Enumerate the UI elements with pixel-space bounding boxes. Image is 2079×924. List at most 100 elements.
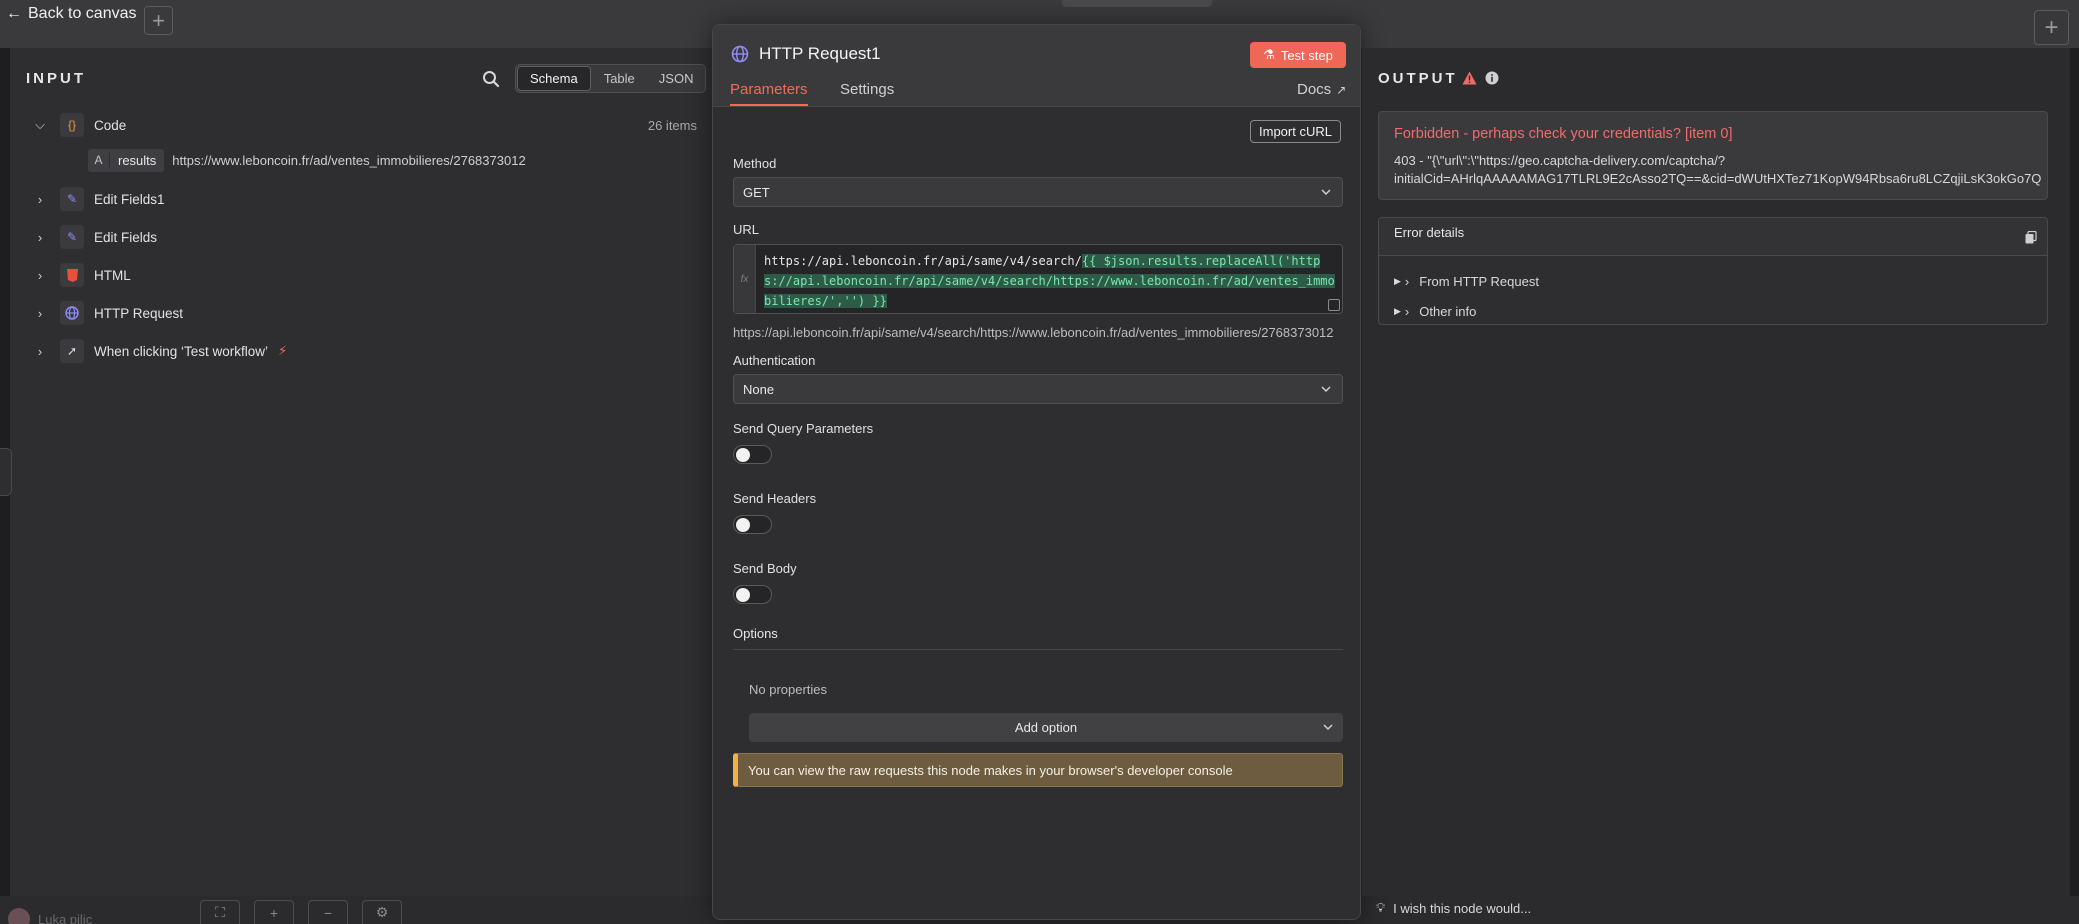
canvas-top-pill [1062, 0, 1212, 7]
avatar [8, 908, 30, 924]
flask-icon: ⚗ [1263, 47, 1275, 62]
feedback-label: I wish this node would... [1393, 900, 1532, 916]
item-count: 26 items [647, 117, 697, 133]
chevron-down-icon [1323, 724, 1333, 731]
view-json-button[interactable]: JSON [647, 65, 706, 92]
user-menu[interactable]: Luka pilic [8, 908, 92, 924]
input-node-label: Edit Fields [94, 229, 158, 245]
method-select[interactable]: GET [733, 177, 1343, 207]
output-heading: OUTPUT [1378, 70, 1458, 87]
input-view-toggle: Schema Table JSON [515, 64, 707, 93]
input-node-http-request[interactable]: › HTTP Request [32, 299, 697, 327]
input-node-html[interactable]: › HTML [32, 261, 697, 289]
input-node-label: When clicking ‘Test workflow’ [94, 343, 269, 359]
url-expression-text[interactable]: https://api.leboncoin.fr/api/same/v4/sea… [764, 251, 1338, 311]
feedback-link[interactable]: 💡︎ I wish this node would... [1376, 900, 1531, 916]
input-node-label: HTML [94, 267, 131, 283]
canvas-zoom-controls: ⛶ + − ⚙ [200, 900, 402, 924]
send-query-label: Send Query Parameters [733, 421, 874, 436]
input-node-edit-fields[interactable]: › ✎ Edit Fields [32, 223, 697, 251]
error-message-box: Forbidden - perhaps check your credentia… [1378, 111, 2048, 200]
detail-row-from-http-request[interactable]: ▶ › From HTTP Request [1394, 274, 1539, 289]
send-query-toggle[interactable] [733, 445, 772, 464]
detail-row-label: Other info [1419, 304, 1477, 319]
chevron-right-icon: › [1404, 304, 1410, 319]
docs-link[interactable]: Docs ↗ [1297, 81, 1346, 98]
triangle-right-icon: ▶ [1394, 276, 1401, 286]
zoom-out-button[interactable]: − [308, 900, 348, 924]
info-icon[interactable] [1485, 71, 1499, 85]
search-icon[interactable] [482, 70, 500, 88]
schema-field-chip[interactable]: A results [88, 148, 165, 172]
schema-field-value: https://www.leboncoin.fr/ad/ventes_immob… [172, 152, 526, 168]
add-option-button[interactable]: Add option [749, 713, 1343, 742]
external-link-icon: ↗ [1336, 82, 1347, 97]
error-title: Forbidden - perhaps check your credentia… [1394, 126, 1733, 142]
options-heading: Options [733, 626, 1343, 650]
pencil-icon: ✎ [60, 187, 84, 211]
chevron-down-icon [1321, 386, 1331, 393]
debug-bug-button[interactable]: ⚙ [362, 900, 402, 924]
url-resolved-preview: https://api.leboncoin.fr/api/same/v4/sea… [733, 325, 1334, 340]
copy-icon[interactable] [2025, 231, 2037, 244]
input-panel [10, 48, 713, 896]
tab-parameters[interactable]: Parameters [730, 81, 808, 106]
input-node-code[interactable]: ⌵ {} Code 26 items [32, 111, 697, 139]
chevron-down-icon [1321, 189, 1331, 196]
lightbulb-icon: 💡︎ [1376, 900, 1386, 915]
triangle-right-icon: ▶ [1394, 306, 1401, 316]
error-details-title: Error details [1394, 225, 1465, 240]
globe-icon [731, 45, 749, 63]
fit-view-button[interactable]: ⛶ [200, 900, 240, 924]
url-expression-input[interactable]: fx https://api.leboncoin.fr/api/same/v4/… [733, 244, 1343, 314]
expand-editor-icon[interactable] [1328, 299, 1340, 311]
chevron-right-icon[interactable]: › [32, 344, 48, 359]
input-node-manual-trigger[interactable]: › ➚ When clicking ‘Test workflow’ ⚡ [32, 337, 697, 365]
error-details-header: Error details [1379, 218, 2047, 256]
send-headers-toggle[interactable] [733, 515, 772, 534]
tab-settings[interactable]: Settings [840, 81, 894, 104]
globe-icon [60, 301, 84, 325]
parameters-panel: HTTP Request1 ⚗ Test step Parameters Set… [712, 24, 1361, 920]
authentication-value: None [743, 381, 775, 397]
import-curl-button[interactable]: Import cURL [1250, 120, 1341, 143]
detail-row-other-info[interactable]: ▶ › Other info [1394, 304, 1476, 319]
error-details-panel: Error details ▶ › From HTTP Request ▶ › … [1378, 217, 2048, 325]
open-nodes-panel-button[interactable]: + [2034, 10, 2069, 45]
send-headers-label: Send Headers [733, 491, 817, 506]
chevron-down-icon[interactable]: ⌵ [32, 117, 48, 133]
toggle-knob [736, 587, 750, 602]
code-braces-icon: {} [60, 113, 84, 137]
input-node-label: Edit Fields1 [94, 191, 165, 207]
chevron-right-icon: › [1404, 274, 1410, 289]
toggle-knob [736, 447, 750, 462]
pencil-icon: ✎ [60, 225, 84, 249]
test-step-button[interactable]: ⚗ Test step [1250, 42, 1346, 68]
chevron-right-icon[interactable]: › [32, 268, 48, 283]
zoom-in-button[interactable]: + [254, 900, 294, 924]
input-node-edit-fields1[interactable]: › ✎ Edit Fields1 [32, 185, 697, 213]
add-node-plus-button[interactable]: + [144, 6, 173, 35]
error-description-line: initialCid=AHrlqAAAAAMAG17TLRL9E2cAsso2T… [1394, 171, 2042, 186]
bolt-icon: ⚡ [278, 343, 288, 358]
add-option-label: Add option [1014, 720, 1078, 735]
arrow-left-icon: ← [6, 5, 22, 22]
panel-resize-handle[interactable] [0, 448, 12, 496]
input-node-label: Code [94, 117, 127, 133]
schema-field: A results https://www.leboncoin.fr/ad/ve… [88, 148, 526, 172]
back-to-canvas-link[interactable]: ← Back to canvas [6, 2, 137, 26]
authentication-select[interactable]: None [733, 374, 1343, 404]
chevron-right-icon[interactable]: › [32, 306, 48, 321]
authentication-label: Authentication [733, 353, 816, 368]
view-schema-button[interactable]: Schema [517, 66, 591, 91]
expression-fx-icon: fx [734, 245, 756, 313]
chevron-right-icon[interactable]: › [32, 192, 48, 207]
node-title-text[interactable]: HTTP Request1 [759, 44, 881, 64]
chevron-right-icon[interactable]: › [32, 230, 48, 245]
method-label: Method [733, 156, 777, 171]
error-description: 403 - "{\"url\":\"https://geo.captcha-de… [1394, 152, 2046, 188]
send-body-toggle[interactable] [733, 585, 772, 604]
detail-row-label: From HTTP Request [1419, 274, 1539, 289]
view-table-button[interactable]: Table [592, 65, 647, 92]
output-status-icons [1462, 71, 1499, 85]
